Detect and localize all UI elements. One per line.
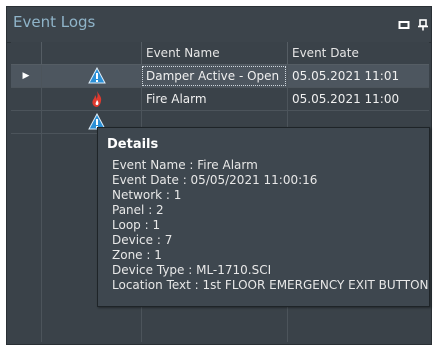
tooltip-line: Location Text : 1st FLOOR EMERGENCY EXIT…: [112, 278, 429, 292]
warning-icon: [88, 67, 106, 84]
header-icon-col: [41, 42, 141, 64]
table-row[interactable]: Fire Alarm 05.05.2021 11:00: [11, 88, 429, 111]
table-row[interactable]: ▶ Damper Active - Open 05.05.2021 11:01: [11, 65, 429, 88]
pin-icon[interactable]: [417, 19, 429, 31]
panel-titlebar[interactable]: Event Logs: [7, 7, 431, 43]
header-indicator-col: [11, 42, 41, 64]
tooltip-line: Loop : 1: [112, 218, 161, 232]
header-event-date[interactable]: Event Date: [287, 42, 429, 64]
row-indicator-icon: ▶: [22, 71, 30, 81]
event-date-cell[interactable]: 05.05.2021 11:00: [287, 88, 429, 110]
row-icon-cell: [41, 88, 141, 110]
row-icon-cell: [41, 65, 141, 87]
event-name-cell[interactable]: Fire Alarm: [141, 88, 287, 110]
restore-icon[interactable]: [398, 19, 410, 31]
grid-divider: [41, 134, 42, 342]
tooltip-line: Network : 1: [112, 188, 182, 202]
fire-icon: [92, 91, 102, 107]
tooltip-line: Event Name : Fire Alarm: [112, 158, 258, 172]
tooltip-line: Panel : 2: [112, 203, 164, 217]
tooltip-line: Device : 7: [112, 233, 173, 247]
tooltip-line: Zone : 1: [112, 248, 162, 262]
event-name-cell[interactable]: Damper Active - Open: [141, 65, 287, 87]
event-date-cell[interactable]: 05.05.2021 11:01: [287, 65, 429, 87]
details-tooltip: Details Event Name : Fire Alarm Event Da…: [97, 127, 430, 307]
tooltip-line: Device Type : ML-1710.SCI: [112, 263, 272, 277]
tooltip-title: Details: [107, 137, 159, 152]
grid-header: Event Name Event Date: [11, 42, 429, 65]
header-event-name[interactable]: Event Name: [141, 42, 287, 64]
panel-title: Event Logs: [13, 13, 96, 31]
tooltip-line: Event Date : 05/05/2021 11:00:16: [112, 173, 318, 187]
